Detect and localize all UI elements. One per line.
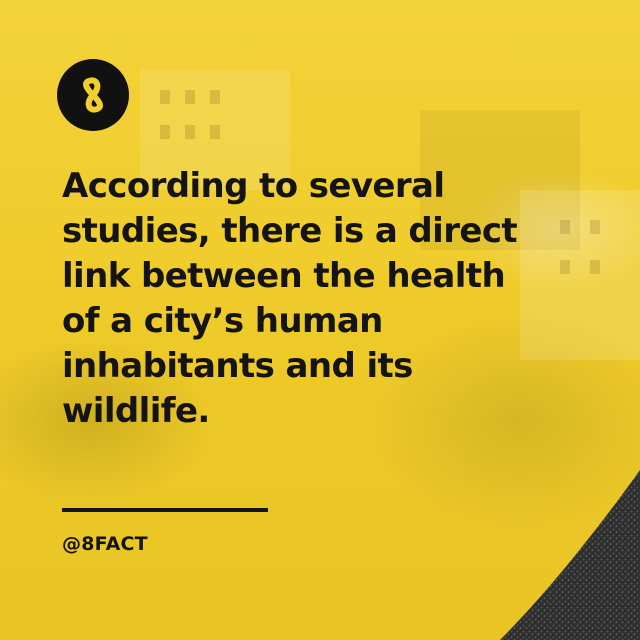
infinity-8-icon [83, 77, 103, 113]
post-card: According to several studies, there is a… [0, 0, 640, 640]
background-window [185, 90, 195, 104]
account-handle: @8FACT [62, 533, 148, 555]
background-window [590, 260, 600, 274]
brand-logo-icon [57, 59, 129, 131]
background-window [185, 125, 195, 139]
fact-headline: According to several studies, there is a… [62, 166, 518, 431]
background-window [210, 90, 220, 104]
background-window [160, 90, 170, 104]
divider-rule [62, 508, 268, 512]
background-window [160, 125, 170, 139]
background-window [590, 220, 600, 234]
background-window [210, 125, 220, 139]
